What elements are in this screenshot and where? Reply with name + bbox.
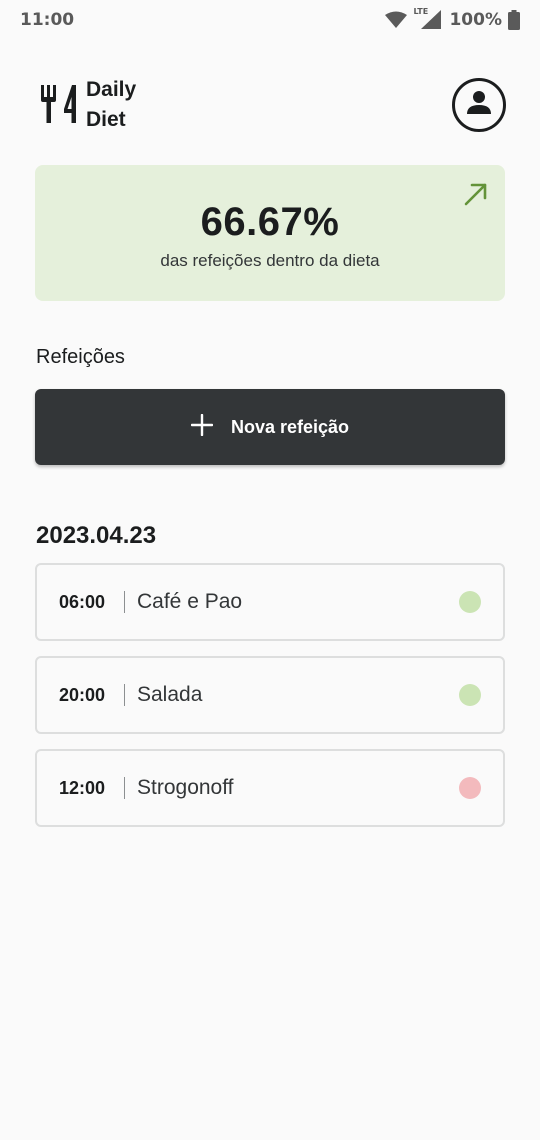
status-time: 11:00 — [20, 10, 75, 30]
meals-section-title: Refeições — [36, 346, 125, 368]
meal-list: 06:00 Café e Pao 20:00 Salada 12:00 Stro… — [35, 563, 505, 842]
meal-status-dot — [459, 591, 481, 613]
new-meal-button-label: Nova refeição — [230, 416, 350, 437]
logo-line2: Diet — [86, 108, 126, 131]
meal-name: Salada — [137, 683, 203, 706]
diet-percentage: 66.67% — [200, 199, 340, 244]
profile-button[interactable] — [452, 78, 506, 132]
status-icons: LTE 100% — [385, 7, 520, 30]
meal-item[interactable]: 20:00 Salada — [35, 656, 505, 734]
new-meal-button[interactable]: Nova refeição — [35, 389, 505, 465]
meal-item[interactable]: 12:00 Strogonoff — [35, 749, 505, 827]
meal-time: 06:00 — [59, 591, 106, 612]
meal-divider — [124, 684, 125, 706]
wifi-icon — [385, 11, 408, 29]
meal-status-dot — [459, 777, 481, 799]
plus-icon — [190, 413, 214, 441]
logo-line1: Daily — [86, 78, 137, 101]
meal-time: 12:00 — [59, 777, 106, 798]
meal-status-dot — [459, 684, 481, 706]
arrow-up-right-icon[interactable] — [463, 181, 489, 212]
meal-name: Strogonoff — [137, 776, 234, 799]
fork-knife-icon — [38, 79, 80, 132]
meal-divider — [124, 777, 125, 799]
day-date-header: 2023.04.23 — [36, 522, 157, 549]
app-logo: Daily Diet — [38, 75, 136, 135]
meal-name: Café e Pao — [137, 590, 243, 613]
meal-time: 20:00 — [59, 684, 106, 705]
app-header: Daily Diet — [38, 74, 506, 136]
diet-stats-card[interactable]: 66.67% das refeições dentro da dieta — [35, 165, 505, 301]
battery-percent: 100% — [449, 10, 502, 30]
user-avatar-icon — [465, 89, 493, 122]
status-bar: 11:00 LTE 100% — [0, 0, 540, 40]
battery-icon — [508, 10, 520, 30]
meal-divider — [124, 591, 125, 613]
meal-item[interactable]: 06:00 Café e Pao — [35, 563, 505, 641]
logo-text: Daily Diet — [86, 75, 136, 135]
lte-signal-icon: LTE — [413, 7, 443, 30]
diet-percentage-description: das refeições dentro da dieta — [160, 250, 380, 270]
